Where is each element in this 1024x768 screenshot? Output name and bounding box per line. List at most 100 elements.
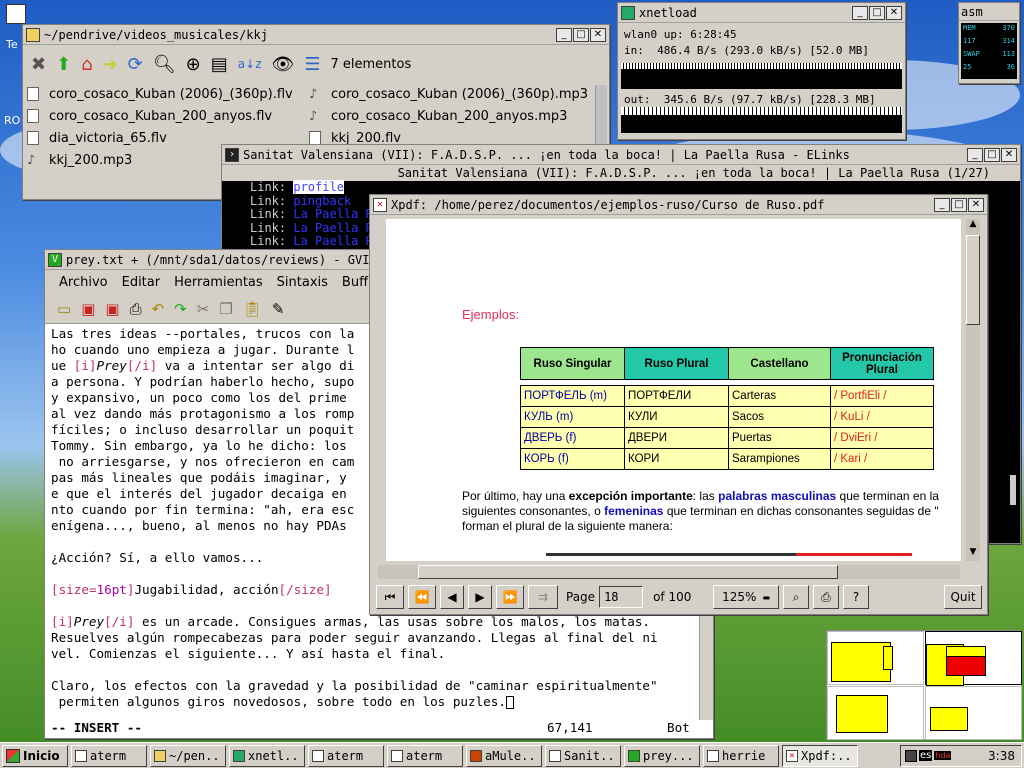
- prev-page-button[interactable]: ◀: [440, 585, 464, 609]
- details-view-icon[interactable]: ▤: [211, 54, 228, 75]
- task-button[interactable]: herrie: [703, 744, 779, 767]
- elinks-link[interactable]: La Paella R: [293, 207, 372, 221]
- close-button[interactable]: ✕: [886, 5, 902, 20]
- file-item[interactable]: ♪ coro_cosaco_Kuban (2006)_(360p).mp3: [309, 83, 591, 105]
- hscroll-thumb[interactable]: [418, 565, 838, 579]
- editor-line: vel. Comienzas el siguiente... Y así has…: [51, 646, 446, 661]
- task-label: ~/pen...: [169, 748, 222, 763]
- home-icon[interactable]: ⌂: [81, 54, 92, 75]
- xnetload-titlebar[interactable]: xnetload _ □ ✕: [618, 3, 905, 23]
- help-button[interactable]: ?: [843, 585, 870, 609]
- pdf-viewport[interactable]: Ejemplos: Ruso Singular Ruso Plural Cast…: [386, 219, 961, 561]
- elinks-link[interactable]: profile: [293, 180, 344, 194]
- file-item[interactable]: coro_cosaco_Kuban_200_anyos.flv: [27, 105, 309, 127]
- save-all-icon[interactable]: ▣: [105, 300, 119, 318]
- pager-desktop-4[interactable]: [925, 686, 1022, 740]
- video-file-icon: [27, 87, 39, 101]
- copy-icon[interactable]: ❐: [219, 300, 232, 318]
- elinks-link[interactable]: La Paella R: [293, 221, 372, 235]
- xpdf-titlebar[interactable]: ✕ Xpdf: /home/perez/documentos/ejemplos-…: [370, 195, 987, 215]
- cut-icon[interactable]: ✂: [197, 300, 210, 318]
- elinks-link[interactable]: pingback: [293, 194, 351, 208]
- elinks-titlebar[interactable]: › Sanitat Valensiana (VII): F.A.D.S.P. .…: [222, 145, 1020, 165]
- zoom-in-icon[interactable]: 🔍︎: [153, 54, 176, 75]
- maximize-button[interactable]: □: [573, 27, 589, 42]
- desktop-icon-left-label: RO: [4, 114, 21, 127]
- page-label: Page: [566, 590, 596, 604]
- keyboard-layout[interactable]: es: [919, 750, 933, 761]
- desktop-icon-top[interactable]: [6, 4, 26, 24]
- file-item[interactable]: coro_cosaco_Kuban (2006)_(360p).flv: [27, 83, 309, 105]
- workspace-pager[interactable]: [826, 630, 1022, 740]
- pager-desktop-1[interactable]: [827, 631, 924, 685]
- pager-desktop-3[interactable]: [827, 686, 924, 740]
- save-icon[interactable]: ▣: [81, 300, 95, 318]
- menu-editar[interactable]: Editar: [122, 275, 161, 290]
- task-button[interactable]: ~/pen...: [150, 744, 226, 767]
- menu-herramientas[interactable]: Herramientas: [174, 275, 263, 290]
- task-button[interactable]: aMule...: [466, 744, 542, 767]
- menu-archivo[interactable]: Archivo: [59, 275, 108, 290]
- close-x-icon[interactable]: ✖: [31, 54, 46, 75]
- zoom-select[interactable]: 125% ▬: [713, 585, 780, 609]
- back-10-button[interactable]: ⏪: [408, 585, 436, 609]
- editor-line: Claro, los efectos con la gravedad y la …: [51, 678, 658, 693]
- task-button[interactable]: aterm: [308, 744, 384, 767]
- bookmarks-icon[interactable]: ➜: [103, 54, 118, 75]
- task-button[interactable]: aterm: [387, 744, 463, 767]
- maximize-button[interactable]: □: [984, 147, 1000, 162]
- forward-10-button[interactable]: ⏩: [496, 585, 524, 609]
- redo-icon[interactable]: ↷: [174, 300, 187, 318]
- pager-desktop-2[interactable]: [925, 631, 1022, 686]
- print-icon[interactable]: ⎙: [130, 300, 142, 318]
- task-button[interactable]: Sanit...: [545, 744, 621, 767]
- sort-icon[interactable]: a↓z: [238, 57, 262, 71]
- list-view-icon[interactable]: ☰: [304, 54, 320, 75]
- open-icon[interactable]: ▭: [57, 300, 71, 318]
- quit-button[interactable]: Quit: [944, 585, 982, 609]
- minimize-button[interactable]: _: [852, 5, 868, 20]
- minimize-button[interactable]: _: [934, 197, 950, 212]
- close-button[interactable]: ✕: [1001, 147, 1017, 162]
- history-forward-button[interactable]: ⇉: [528, 585, 558, 609]
- maximize-button[interactable]: □: [951, 197, 967, 212]
- disk-monitor[interactable]: hda: [934, 751, 952, 760]
- print-button[interactable]: ⎙: [813, 585, 840, 609]
- task-button[interactable]: prey...: [624, 744, 700, 767]
- pdf-vscrollbar[interactable]: ▲ ▼: [966, 219, 980, 561]
- elinks-link[interactable]: La Paella R: [293, 234, 372, 248]
- next-page-button[interactable]: ▶: [468, 585, 492, 609]
- task-button[interactable]: aterm: [71, 744, 147, 767]
- page-input[interactable]: 18: [599, 586, 644, 608]
- zoom-fit-icon[interactable]: ⊕: [186, 54, 201, 75]
- close-button[interactable]: ✕: [968, 197, 984, 212]
- task-button[interactable]: xnetl...: [229, 744, 305, 767]
- menu-sintaxis[interactable]: Sintaxis: [277, 275, 328, 290]
- maximize-button[interactable]: □: [869, 5, 885, 20]
- filemanager-titlebar[interactable]: ~/pendrive/videos_musicales/kkj _ □ ✕: [23, 25, 609, 45]
- asmon-titlebar[interactable]: asm: [959, 3, 1019, 21]
- first-page-button[interactable]: ⏮: [376, 585, 404, 609]
- file-item[interactable]: ♪ coro_cosaco_Kuban_200_anyos.mp3: [309, 105, 591, 127]
- refresh-icon[interactable]: ⟳: [128, 54, 143, 75]
- minimize-button[interactable]: _: [967, 147, 983, 162]
- audio-file-icon: ♪: [309, 108, 318, 124]
- paste-icon[interactable]: 📋︎: [243, 300, 262, 318]
- up-arrow-icon[interactable]: ⬆: [56, 54, 71, 75]
- task-label: aterm: [406, 748, 443, 763]
- cell-plural: ПОРТФЕЛИ: [624, 385, 729, 407]
- clock[interactable]: 3:38: [988, 749, 1015, 763]
- replace-icon[interactable]: ✎: [272, 300, 285, 318]
- network-icon[interactable]: [905, 749, 917, 762]
- vscroll-thumb[interactable]: [966, 235, 980, 325]
- start-button[interactable]: Inicio: [2, 744, 68, 767]
- menu-buffers[interactable]: Buff: [342, 275, 368, 290]
- undo-icon[interactable]: ↶: [152, 300, 165, 318]
- find-button[interactable]: ⌕: [783, 585, 810, 609]
- task-button-active[interactable]: ✕ Xpdf:...: [782, 744, 858, 767]
- pdf-hscrollbar[interactable]: [378, 565, 960, 579]
- close-button[interactable]: ✕: [590, 27, 606, 42]
- minimize-button[interactable]: _: [556, 27, 572, 42]
- editor-line-text: permiten algunos giros novedosos, sobre …: [51, 694, 506, 709]
- show-hidden-icon[interactable]: 👁︎: [272, 54, 295, 75]
